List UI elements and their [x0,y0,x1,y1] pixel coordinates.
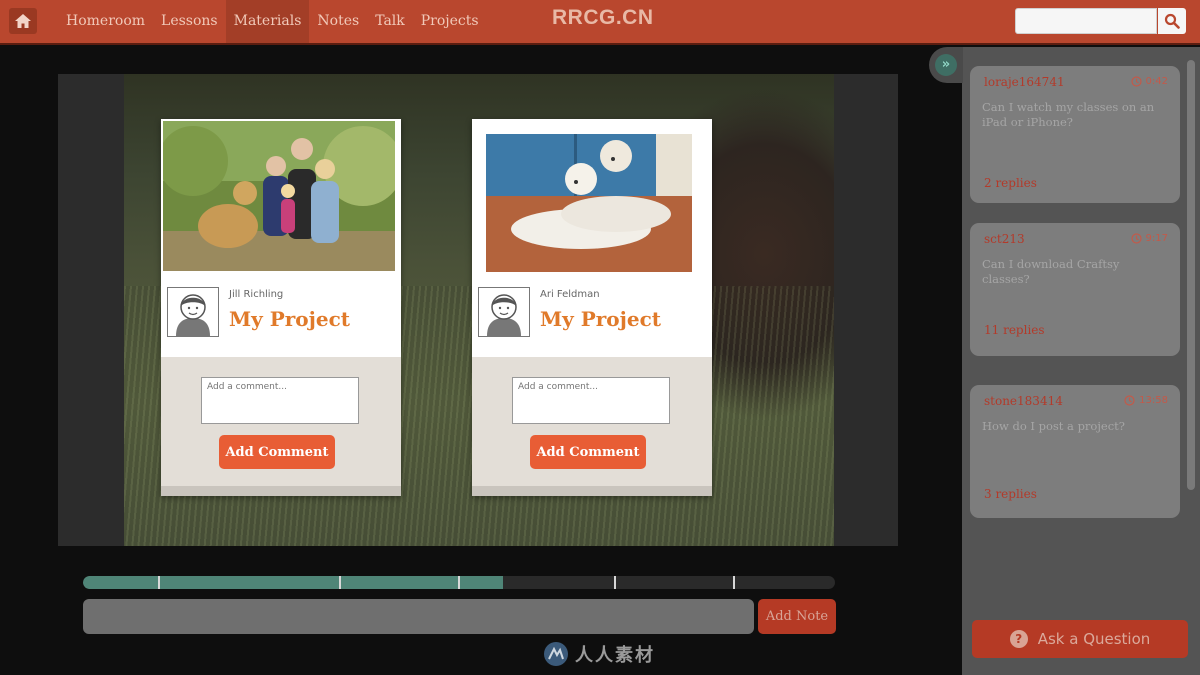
search-button[interactable] [1158,8,1186,34]
card-footer [161,486,401,496]
chapter-marker[interactable] [614,576,616,589]
card-footer [472,486,712,496]
chapter-marker[interactable] [158,576,160,589]
nav-notes[interactable]: Notes [309,0,367,43]
comment-input[interactable] [512,377,670,424]
add-note-button[interactable]: Add Note [758,599,836,634]
project-title[interactable]: My Project [540,307,661,331]
project-author[interactable]: Jill Richling [229,289,283,300]
note-input[interactable] [83,599,754,634]
question-time: 9:17 [1145,233,1168,244]
magnifier-icon [1164,13,1180,29]
question-replies-link[interactable]: 11 replies [984,323,1045,337]
question-replies-link[interactable]: 2 replies [984,176,1037,190]
project-photo-family [163,121,395,271]
nav-lessons[interactable]: Lessons [153,0,226,43]
main-nav: Homeroom Lessons Materials Notes Talk Pr… [58,0,487,43]
video-progress-fill [83,576,503,589]
question-text: Can I download Craftsy classes? [982,257,1120,286]
question-time: 13:58 [1139,395,1168,406]
chapter-marker[interactable] [339,576,341,589]
clock-icon [1124,395,1135,406]
watermark-logo-icon [544,642,568,666]
question-time: 0:42 [1145,76,1168,87]
ask-question-label: Ask a Question [1037,630,1151,648]
double-chevron-right-icon: » [935,54,957,76]
question-author[interactable]: stone183414 [984,394,1063,408]
project-photo-dogs [486,134,692,272]
project-author-row: Ari Feldman My Project [478,287,708,343]
project-title[interactable]: My Project [229,307,350,331]
avatar-icon [176,294,210,336]
nav-homeroom[interactable]: Homeroom [58,0,153,43]
question-replies-link[interactable]: 3 replies [984,487,1037,501]
video-player[interactable]: Jill Richling My Project Add Comment [58,74,898,546]
questions-scrollbar[interactable] [1187,60,1195,490]
avatar[interactable] [167,287,219,337]
nav-materials[interactable]: Materials [225,0,310,43]
project-author-row: Jill Richling My Project [167,287,397,343]
add-comment-button[interactable]: Add Comment [219,435,335,469]
project-card: Ari Feldman My Project Add Comment [472,119,712,496]
home-icon [15,14,31,28]
question-author[interactable]: sct213 [984,232,1025,246]
nav-talk[interactable]: Talk [367,0,413,43]
video-progress-bar[interactable] [83,576,835,589]
search-input[interactable] [1015,8,1157,34]
collapse-panel-button[interactable]: » [929,47,963,83]
bottom-watermark: 人人素材 [543,641,655,667]
project-card: Jill Richling My Project Add Comment [161,119,401,496]
avatar-icon [487,294,521,336]
clock-icon [1130,233,1142,244]
question-timestamp[interactable]: 9:17 [1130,233,1168,244]
ask-question-button[interactable]: ? Ask a Question [972,620,1188,658]
avatar[interactable] [478,287,530,337]
question-text: How do I post a project? [982,419,1125,433]
top-navigation-bar: Homeroom Lessons Materials Notes Talk Pr… [0,0,1200,45]
add-comment-button[interactable]: Add Comment [530,435,646,469]
question-card[interactable]: stone183414 13:58 How do I post a projec… [970,385,1180,518]
question-author[interactable]: loraje164741 [984,75,1065,89]
comment-area: Add Comment [472,357,712,496]
home-button[interactable] [9,8,37,34]
question-card[interactable]: loraje164741 0:42 Can I watch my classes… [970,66,1180,203]
watermark-text: 人人素材 [575,645,655,666]
question-card[interactable]: sct213 9:17 Can I download Craftsy class… [970,223,1180,356]
chapter-marker[interactable] [733,576,735,589]
nav-projects[interactable]: Projects [413,0,487,43]
question-text: Can I watch my classes on an iPad or iPh… [982,100,1155,129]
comment-input[interactable] [201,377,359,424]
question-mark-icon: ? [1009,630,1028,648]
project-author[interactable]: Ari Feldman [540,289,600,300]
brand-watermark: RRCG.CN [552,6,654,29]
question-timestamp[interactable]: 0:42 [1130,76,1168,87]
comment-area: Add Comment [161,357,401,496]
question-timestamp[interactable]: 13:58 [1124,395,1168,406]
chapter-marker[interactable] [458,576,460,589]
clock-icon [1130,76,1142,87]
